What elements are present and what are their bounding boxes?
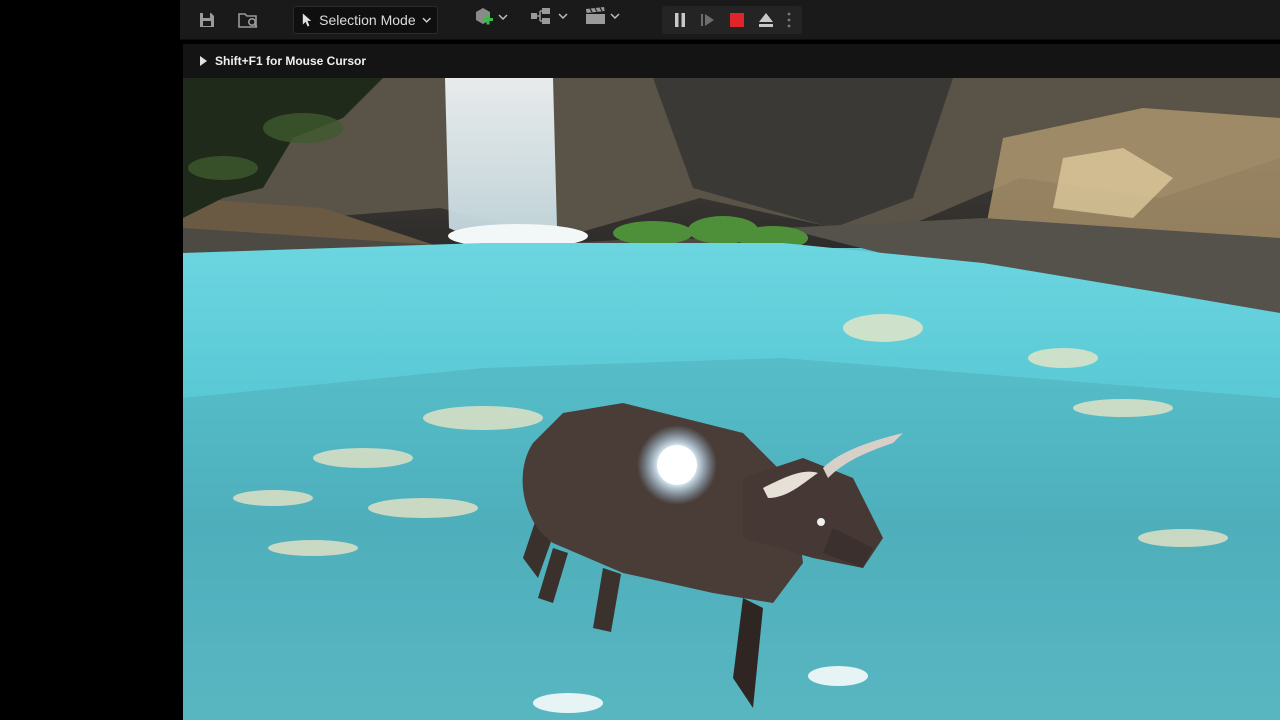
blueprint-button[interactable]: [530, 6, 568, 26]
clapperboard-icon: [586, 7, 605, 24]
more-options-button[interactable]: [787, 6, 791, 34]
selection-mode-dropdown[interactable]: Selection Mode: [293, 6, 438, 34]
save-button[interactable]: [192, 6, 222, 34]
pause-button[interactable]: [673, 6, 687, 34]
chevron-down-icon: [558, 13, 568, 20]
chevron-down-icon: [498, 14, 508, 21]
pause-icon: [674, 13, 685, 27]
play-arrow-icon: [200, 56, 207, 66]
add-actor-icon: [476, 8, 493, 25]
more-options-icon: [787, 12, 791, 28]
stop-button[interactable]: [729, 6, 744, 34]
step-forward-icon: [701, 14, 715, 26]
selection-mode-label: Selection Mode: [319, 12, 416, 28]
main-toolbar: Selection Mode: [180, 0, 1280, 40]
game-viewport[interactable]: [183, 78, 1280, 720]
save-icon: [200, 13, 214, 27]
add-actor-button[interactable]: [472, 6, 508, 28]
step-forward-button[interactable]: [700, 6, 716, 34]
chevron-down-icon: [610, 13, 620, 20]
left-blackout: [0, 0, 180, 720]
cursor-icon: [302, 13, 312, 27]
content-browser-icon: [238, 13, 258, 28]
blueprint-icon: [531, 8, 550, 24]
viewport-hint-bar: Shift+F1 for Mouse Cursor: [183, 44, 1280, 78]
play-controls: [662, 6, 802, 34]
stop-icon: [729, 13, 744, 27]
mouse-cursor-hint: Shift+F1 for Mouse Cursor: [215, 54, 367, 68]
chevron-down-icon: [422, 17, 431, 23]
cinematics-button[interactable]: [584, 6, 620, 26]
eject-icon: [758, 13, 773, 27]
scene-render: [183, 78, 1280, 720]
content-browser-button[interactable]: [234, 6, 264, 34]
eject-button[interactable]: [758, 6, 774, 34]
